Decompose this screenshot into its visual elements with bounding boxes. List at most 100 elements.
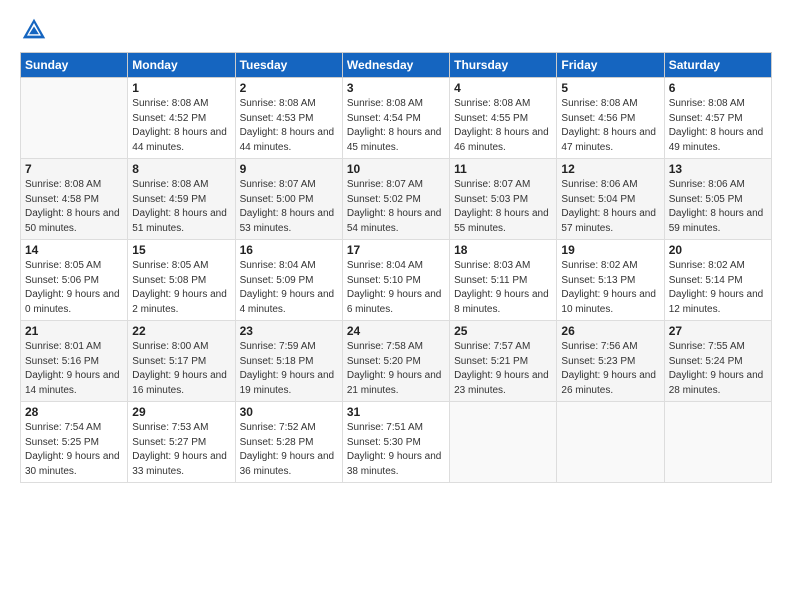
day-number: 18 xyxy=(454,243,552,257)
weekday-header-sunday: Sunday xyxy=(21,53,128,78)
day-number: 10 xyxy=(347,162,445,176)
day-detail: Sunrise: 8:04 AMSunset: 5:09 PMDaylight:… xyxy=(240,259,338,317)
day-detail: Sunrise: 7:51 AMSunset: 5:30 PMDaylight:… xyxy=(347,421,445,479)
calendar-cell: 18 Sunrise: 8:03 AMSunset: 5:11 PMDayligh… xyxy=(450,240,557,321)
day-number: 30 xyxy=(240,405,338,419)
day-number: 15 xyxy=(132,243,230,257)
day-number: 7 xyxy=(25,162,123,176)
day-number: 12 xyxy=(561,162,659,176)
day-number: 9 xyxy=(240,162,338,176)
day-detail: Sunrise: 8:06 AMSunset: 5:05 PMDaylight:… xyxy=(669,178,767,236)
calendar-cell: 11 Sunrise: 8:07 AMSunset: 5:03 PMDayligh… xyxy=(450,159,557,240)
day-number: 6 xyxy=(669,81,767,95)
calendar-week-row: 14 Sunrise: 8:05 AMSunset: 5:06 PMDayligh… xyxy=(21,240,772,321)
calendar-cell xyxy=(21,78,128,159)
day-number: 4 xyxy=(454,81,552,95)
day-detail: Sunrise: 7:59 AMSunset: 5:18 PMDaylight:… xyxy=(240,340,338,398)
day-detail: Sunrise: 7:52 AMSunset: 5:28 PMDaylight:… xyxy=(240,421,338,479)
calendar-cell: 12 Sunrise: 8:06 AMSunset: 5:04 PMDayligh… xyxy=(557,159,664,240)
day-detail: Sunrise: 8:07 AMSunset: 5:00 PMDaylight:… xyxy=(240,178,338,236)
day-number: 20 xyxy=(669,243,767,257)
day-detail: Sunrise: 8:05 AMSunset: 5:08 PMDaylight:… xyxy=(132,259,230,317)
weekday-header-row: SundayMondayTuesdayWednesdayThursdayFrid… xyxy=(21,53,772,78)
calendar-table: SundayMondayTuesdayWednesdayThursdayFrid… xyxy=(20,52,772,483)
day-detail: Sunrise: 8:01 AMSunset: 5:16 PMDaylight:… xyxy=(25,340,123,398)
weekday-header-monday: Monday xyxy=(128,53,235,78)
calendar-cell: 28 Sunrise: 7:54 AMSunset: 5:25 PMDayligh… xyxy=(21,402,128,483)
day-detail: Sunrise: 8:08 AMSunset: 4:56 PMDaylight:… xyxy=(561,97,659,155)
calendar-cell: 5 Sunrise: 8:08 AMSunset: 4:56 PMDaylight… xyxy=(557,78,664,159)
calendar-cell: 31 Sunrise: 7:51 AMSunset: 5:30 PMDayligh… xyxy=(342,402,449,483)
day-detail: Sunrise: 8:08 AMSunset: 4:55 PMDaylight:… xyxy=(454,97,552,155)
calendar-week-row: 21 Sunrise: 8:01 AMSunset: 5:16 PMDayligh… xyxy=(21,321,772,402)
header xyxy=(20,16,772,44)
calendar-cell: 23 Sunrise: 7:59 AMSunset: 5:18 PMDayligh… xyxy=(235,321,342,402)
day-number: 2 xyxy=(240,81,338,95)
weekday-header-wednesday: Wednesday xyxy=(342,53,449,78)
calendar-cell: 20 Sunrise: 8:02 AMSunset: 5:14 PMDayligh… xyxy=(664,240,771,321)
day-detail: Sunrise: 8:08 AMSunset: 4:57 PMDaylight:… xyxy=(669,97,767,155)
day-detail: Sunrise: 8:03 AMSunset: 5:11 PMDaylight:… xyxy=(454,259,552,317)
calendar-cell: 22 Sunrise: 8:00 AMSunset: 5:17 PMDayligh… xyxy=(128,321,235,402)
day-number: 23 xyxy=(240,324,338,338)
day-detail: Sunrise: 8:08 AMSunset: 4:58 PMDaylight:… xyxy=(25,178,123,236)
day-number: 31 xyxy=(347,405,445,419)
day-number: 1 xyxy=(132,81,230,95)
calendar-week-row: 7 Sunrise: 8:08 AMSunset: 4:58 PMDaylight… xyxy=(21,159,772,240)
day-detail: Sunrise: 8:08 AMSunset: 4:53 PMDaylight:… xyxy=(240,97,338,155)
calendar-cell: 16 Sunrise: 8:04 AMSunset: 5:09 PMDayligh… xyxy=(235,240,342,321)
day-detail: Sunrise: 8:08 AMSunset: 4:52 PMDaylight:… xyxy=(132,97,230,155)
day-number: 29 xyxy=(132,405,230,419)
day-detail: Sunrise: 7:54 AMSunset: 5:25 PMDaylight:… xyxy=(25,421,123,479)
calendar-cell: 21 Sunrise: 8:01 AMSunset: 5:16 PMDayligh… xyxy=(21,321,128,402)
day-detail: Sunrise: 8:06 AMSunset: 5:04 PMDaylight:… xyxy=(561,178,659,236)
day-number: 22 xyxy=(132,324,230,338)
day-detail: Sunrise: 8:00 AMSunset: 5:17 PMDaylight:… xyxy=(132,340,230,398)
day-detail: Sunrise: 8:02 AMSunset: 5:13 PMDaylight:… xyxy=(561,259,659,317)
day-detail: Sunrise: 8:02 AMSunset: 5:14 PMDaylight:… xyxy=(669,259,767,317)
calendar-week-row: 28 Sunrise: 7:54 AMSunset: 5:25 PMDayligh… xyxy=(21,402,772,483)
calendar-cell: 19 Sunrise: 8:02 AMSunset: 5:13 PMDayligh… xyxy=(557,240,664,321)
calendar-cell: 27 Sunrise: 7:55 AMSunset: 5:24 PMDayligh… xyxy=(664,321,771,402)
day-detail: Sunrise: 7:53 AMSunset: 5:27 PMDaylight:… xyxy=(132,421,230,479)
calendar-cell: 25Sunrise: 7:57 AMSunset: 5:21 PMDayligh… xyxy=(450,321,557,402)
calendar-cell: 14 Sunrise: 8:05 AMSunset: 5:06 PMDayligh… xyxy=(21,240,128,321)
calendar-cell xyxy=(450,402,557,483)
weekday-header-tuesday: Tuesday xyxy=(235,53,342,78)
calendar-cell xyxy=(664,402,771,483)
day-number: 28 xyxy=(25,405,123,419)
calendar-cell: 2 Sunrise: 8:08 AMSunset: 4:53 PMDaylight… xyxy=(235,78,342,159)
calendar-cell: 7 Sunrise: 8:08 AMSunset: 4:58 PMDaylight… xyxy=(21,159,128,240)
day-number: 17 xyxy=(347,243,445,257)
calendar-cell: 10Sunrise: 8:07 AMSunset: 5:02 PMDayligh… xyxy=(342,159,449,240)
day-number: 19 xyxy=(561,243,659,257)
weekday-header-saturday: Saturday xyxy=(664,53,771,78)
calendar-cell: 15 Sunrise: 8:05 AMSunset: 5:08 PMDayligh… xyxy=(128,240,235,321)
calendar-cell: 24 Sunrise: 7:58 AMSunset: 5:20 PMDayligh… xyxy=(342,321,449,402)
calendar-cell: 6 Sunrise: 8:08 AMSunset: 4:57 PMDaylight… xyxy=(664,78,771,159)
calendar-cell: 8 Sunrise: 8:08 AMSunset: 4:59 PMDaylight… xyxy=(128,159,235,240)
day-detail: Sunrise: 7:58 AMSunset: 5:20 PMDaylight:… xyxy=(347,340,445,398)
day-detail: Sunrise: 8:08 AMSunset: 4:59 PMDaylight:… xyxy=(132,178,230,236)
calendar-cell: 26Sunrise: 7:56 AMSunset: 5:23 PMDayligh… xyxy=(557,321,664,402)
calendar-cell: 3Sunrise: 8:08 AMSunset: 4:54 PMDaylight… xyxy=(342,78,449,159)
calendar-cell: 1 Sunrise: 8:08 AMSunset: 4:52 PMDaylight… xyxy=(128,78,235,159)
day-detail: Sunrise: 8:07 AMSunset: 5:03 PMDaylight:… xyxy=(454,178,552,236)
day-detail: Sunrise: 8:08 AMSunset: 4:54 PMDaylight:… xyxy=(347,97,445,155)
day-number: 27 xyxy=(669,324,767,338)
logo xyxy=(20,16,52,44)
day-number: 16 xyxy=(240,243,338,257)
day-number: 21 xyxy=(25,324,123,338)
weekday-header-friday: Friday xyxy=(557,53,664,78)
day-detail: Sunrise: 7:55 AMSunset: 5:24 PMDaylight:… xyxy=(669,340,767,398)
calendar-cell xyxy=(557,402,664,483)
day-detail: Sunrise: 8:05 AMSunset: 5:06 PMDaylight:… xyxy=(25,259,123,317)
calendar-week-row: 1 Sunrise: 8:08 AMSunset: 4:52 PMDaylight… xyxy=(21,78,772,159)
day-number: 8 xyxy=(132,162,230,176)
calendar-cell: 17Sunrise: 8:04 AMSunset: 5:10 PMDayligh… xyxy=(342,240,449,321)
day-number: 24 xyxy=(347,324,445,338)
day-number: 14 xyxy=(25,243,123,257)
day-number: 5 xyxy=(561,81,659,95)
day-number: 11 xyxy=(454,162,552,176)
calendar-cell: 4 Sunrise: 8:08 AMSunset: 4:55 PMDaylight… xyxy=(450,78,557,159)
